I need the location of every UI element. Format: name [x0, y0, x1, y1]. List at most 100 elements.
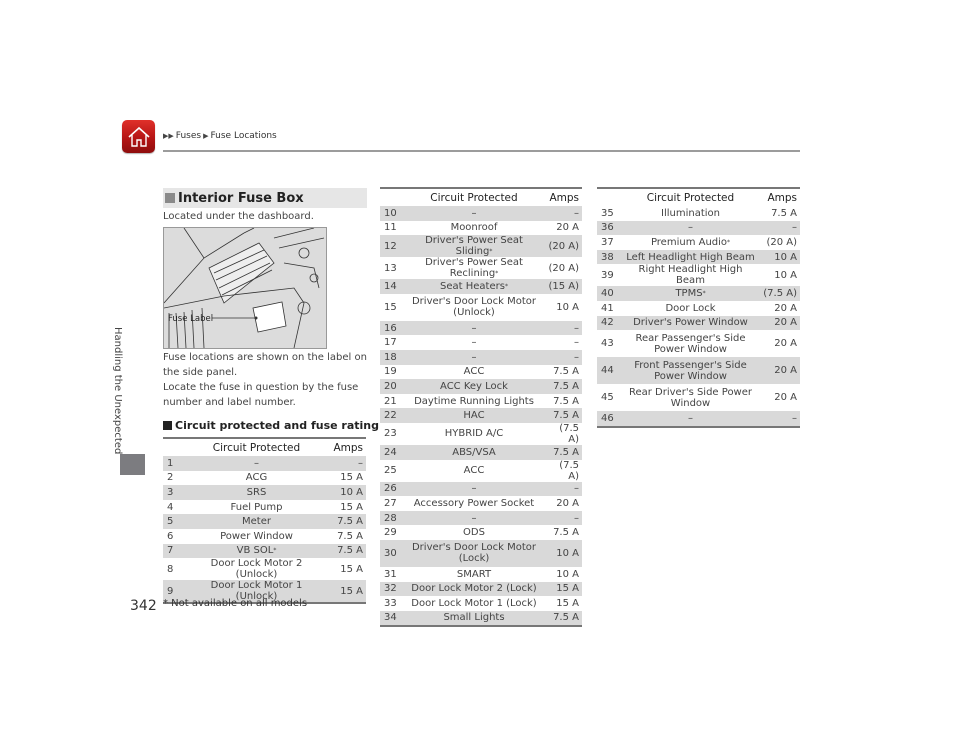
circuit-name: Front Passenger's Side Power Window	[621, 357, 760, 385]
table-row: 27 Accessory Power Socket 20 A	[380, 496, 582, 511]
table-row: 42 Driver's Power Window 20 A	[597, 315, 800, 331]
table-row: 11 Moonroof 20 A	[380, 221, 582, 236]
table-row: 30 Driver's Door Lock Motor (Lock) 10 A	[380, 539, 582, 567]
breadcrumb-arrow-icon: ▶▶	[163, 132, 174, 140]
table-header: Circuit Protected Amps	[597, 187, 800, 206]
fuse-number: 41	[601, 302, 614, 314]
fuse-number: 2	[167, 472, 174, 484]
circuit-name: Door Lock Motor 2 (Unlock)	[210, 558, 303, 581]
amp-rating: 7.5 A	[553, 527, 579, 539]
table-row: 8 Door Lock Motor 2 (Unlock) 15 A	[163, 558, 366, 580]
circuit-name: ACC Key Lock	[404, 379, 544, 394]
home-button[interactable]	[122, 120, 155, 153]
subsection-title: Circuit protected and fuse rating	[163, 419, 379, 432]
table-row: 23 HYBRID A/C (7.5 A)	[380, 423, 582, 445]
fuse-number: 10	[380, 206, 404, 221]
circuit-name: Power Window	[220, 530, 293, 542]
fuse-number: 18	[380, 349, 404, 365]
amp-rating: 7.5 A	[771, 207, 797, 219]
amp-rating: (20 A)	[548, 262, 579, 274]
circuit-name: ODS	[463, 527, 485, 539]
fuse-number: 37	[601, 236, 614, 248]
chapter-label: Handling the Unexpected	[112, 327, 123, 455]
amp-rating: 20 A	[556, 222, 579, 234]
fuse-number: 23	[384, 428, 397, 440]
square-bullet-icon	[165, 193, 175, 203]
fuse-number: 32	[380, 581, 404, 597]
table-row: 5 Meter 7.5 A	[163, 514, 366, 529]
header-divider	[163, 150, 800, 152]
fuse-number: 14	[380, 279, 404, 294]
amp-rating: (20 A)	[544, 235, 582, 258]
table-row: 6 Power Window 7.5 A	[163, 529, 366, 544]
table-row: 1– –	[163, 456, 366, 471]
table-row: 12 Driver's Power Seat Sliding* (20 A)	[380, 235, 582, 258]
table-row: 37 Premium Audio* (20 A)	[597, 235, 800, 250]
amp-rating: 20 A	[556, 497, 579, 509]
fuse-number: 6	[167, 530, 174, 542]
circuit-name: Door Lock	[665, 302, 716, 314]
circuit-name: –	[471, 337, 477, 349]
table-row: 29 ODS 7.5 A	[380, 525, 582, 540]
description-line: Fuse locations are shown on the label on…	[163, 352, 367, 378]
table-row: 15 Driver's Door Lock Motor (Unlock) 10 A	[380, 294, 582, 321]
table-header: Circuit Protected Amps	[163, 437, 366, 456]
circuit-name: Rear Passenger's Side Power Window	[635, 332, 746, 355]
circuit-name: Daytime Running Lights	[414, 395, 534, 407]
table-row: 19 ACC 7.5 A	[380, 365, 582, 380]
fuse-number: 40	[597, 286, 621, 301]
fuse-number: 24	[380, 444, 404, 460]
amp-rating: 15 A	[340, 563, 363, 575]
fuse-number: 33	[384, 597, 397, 609]
table-row: 38 Left Headlight High Beam 10 A	[597, 249, 800, 265]
amp-rating: –	[760, 411, 800, 428]
amp-rating: –	[544, 481, 582, 497]
fuse-number: 27	[384, 497, 397, 509]
breadcrumb-item-fuse-locations[interactable]: Fuse Locations	[210, 131, 276, 141]
amp-rating: –	[544, 510, 582, 526]
circuit-name: HAC	[404, 408, 544, 423]
fuse-number: 3	[163, 485, 189, 500]
fuse-number: 13	[384, 262, 397, 274]
fuse-number: 12	[380, 235, 404, 258]
fuse-number: 7	[163, 543, 189, 559]
fuse-number: 42	[597, 315, 621, 331]
circuit-name: –	[404, 320, 544, 336]
table-row: 32 Door Lock Motor 2 (Lock) 15 A	[380, 581, 582, 597]
amp-rating: 7.5 A	[544, 408, 582, 423]
amp-rating: (15 A)	[544, 279, 582, 294]
breadcrumb-item-fuses[interactable]: Fuses	[176, 131, 201, 141]
table-row: 20 ACC Key Lock 7.5 A	[380, 379, 582, 394]
chapter-tab[interactable]	[120, 454, 145, 475]
circuit-name: Small Lights	[404, 610, 544, 628]
amp-rating: 7.5 A	[553, 366, 579, 378]
fuse-number: 43	[601, 338, 614, 350]
table-row: 28– –	[380, 510, 582, 526]
circuit-name: Moonroof	[450, 222, 498, 234]
table-row: 31 SMART 10 A	[380, 567, 582, 582]
amp-rating: 20 A	[760, 357, 800, 385]
table-row: 35 Illumination 7.5 A	[597, 206, 800, 221]
fuse-number: 17	[384, 337, 397, 349]
circuit-name: –	[621, 411, 760, 428]
table-row: 7 VB SOL* 7.5 A	[163, 543, 366, 559]
table-row: 45 Rear Driver's Side Power Window 20 A	[597, 384, 800, 411]
circuit-name: Door Lock Motor 1 (Lock)	[411, 597, 537, 609]
fuse-number: 39	[601, 269, 614, 281]
circuit-name: ACC	[463, 366, 485, 378]
circuit-name: Driver's Power Window	[621, 315, 760, 331]
circuit-name: Driver's Door Lock Motor (Unlock)	[411, 296, 536, 319]
table-row: 24 ABS/VSA 7.5 A	[380, 444, 582, 460]
amp-rating: –	[544, 349, 582, 365]
table-row: 40 TPMS* (7.5 A)	[597, 286, 800, 301]
table-row: 36– –	[597, 220, 800, 236]
header-num	[597, 187, 621, 206]
table-header: Circuit Protected Amps	[380, 187, 582, 206]
amp-rating: 7.5 A	[324, 543, 366, 559]
header-circuit: Circuit Protected	[404, 187, 544, 206]
circuit-name: VB SOL*	[189, 543, 324, 559]
amp-rating: 10 A	[760, 249, 800, 265]
circuit-name: –	[189, 456, 324, 471]
header-amps: Amps	[324, 437, 366, 456]
circuit-name: –	[404, 349, 544, 365]
